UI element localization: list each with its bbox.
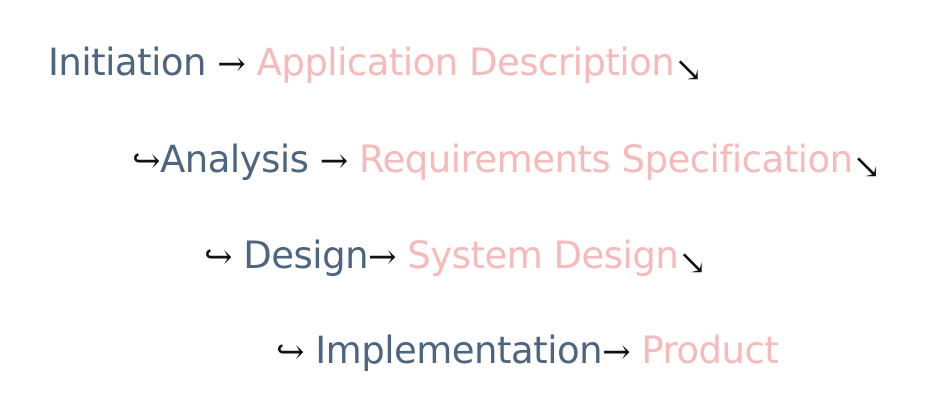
down-right-arrow-icon: ↘ xyxy=(852,147,882,187)
flow-row-initiation: Initiation → Application Description↘ xyxy=(48,41,703,87)
hook-arrow-icon: ↪ xyxy=(132,141,161,181)
flow-row-implementation: ↪ Implementation→ Product xyxy=(276,329,779,372)
right-arrow-icon: → xyxy=(217,44,246,84)
right-arrow-icon: → xyxy=(368,237,397,277)
artifact-label: Product xyxy=(641,329,779,372)
artifact-label: Application Description xyxy=(256,41,675,84)
artifact-label: Requirements Specification xyxy=(358,138,853,181)
phase-label: Analysis xyxy=(160,138,309,181)
artifact-label: System Design xyxy=(407,234,679,277)
right-arrow-icon: → xyxy=(602,332,631,372)
right-arrow-icon: → xyxy=(319,141,349,181)
hook-arrow-icon: ↪ xyxy=(276,332,305,372)
phase-label: Implementation xyxy=(315,329,603,372)
phase-label: Initiation xyxy=(48,41,206,84)
phase-label: Design xyxy=(243,234,369,277)
flow-row-analysis: ↪Analysis → Requirements Specification↘ xyxy=(132,138,881,184)
down-right-arrow-icon: ↘ xyxy=(678,243,707,283)
flow-row-design: ↪ Design→ System Design↘ xyxy=(204,234,707,280)
hook-arrow-icon: ↪ xyxy=(204,237,233,277)
down-right-arrow-icon: ↘ xyxy=(674,50,703,90)
